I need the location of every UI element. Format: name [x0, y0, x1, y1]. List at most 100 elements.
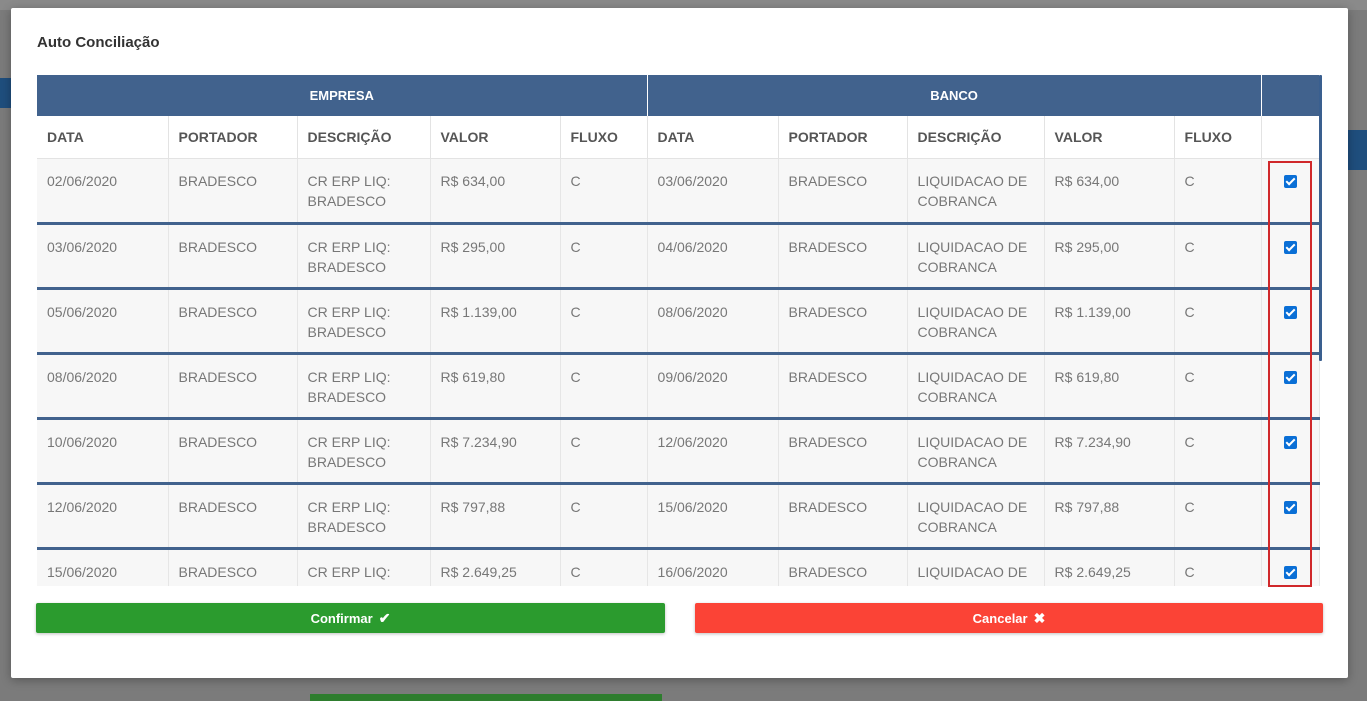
col-banco-fluxo[interactable]: FLUXO [1174, 116, 1262, 159]
column-header-row: DATA PORTADOR DESCRIÇÃO VALOR FLUXO DATA… [37, 116, 1320, 159]
cell-banco-data: 08/06/2020 [647, 288, 779, 355]
cell-empresa-fluxo: C [560, 483, 648, 550]
cell-banco-data: 15/06/2020 [647, 483, 779, 550]
cell-banco-data: 12/06/2020 [647, 418, 779, 485]
cancel-button[interactable]: Cancelar ✖ [695, 603, 1323, 633]
confirm-button[interactable]: Confirmar ✔ [36, 603, 665, 633]
cell-banco-portador: BRADESCO [778, 483, 908, 550]
reconciliation-table-container[interactable]: EMPRESA BANCO DATA PORTADOR DESCRIÇÃO VA… [37, 75, 1322, 586]
cell-empresa-portador: BRADESCO [168, 418, 298, 485]
cell-empresa-valor: R$ 1.139,00 [430, 288, 561, 355]
row-checkbox[interactable] [1283, 565, 1297, 579]
cell-banco-portador: BRADESCO [778, 353, 908, 420]
col-banco-data[interactable]: DATA [647, 116, 779, 159]
cell-banco-valor: R$ 2.649,25 [1044, 548, 1175, 586]
confirm-button-label: Confirmar [310, 610, 373, 626]
cell-empresa-descricao: CR ERP LIQ: BRADESCO [297, 288, 431, 355]
col-empresa-portador[interactable]: PORTADOR [168, 116, 298, 159]
cell-empresa-portador: BRADESCO [168, 353, 298, 420]
col-empresa-descricao[interactable]: DESCRIÇÃO [297, 116, 431, 159]
table-row[interactable]: 10/06/2020 BRADESCO CR ERP LIQ: BRADESCO R$… [37, 418, 1320, 485]
cell-banco-fluxo: C [1174, 353, 1262, 420]
cell-empresa-data: 03/06/2020 [37, 223, 169, 290]
cell-banco-descricao: LIQUIDACAO DE COBRANCA [907, 288, 1045, 355]
table-scrollbar[interactable] [1319, 75, 1322, 361]
cell-empresa-fluxo: C [560, 158, 648, 225]
cell-banco-data: 09/06/2020 [647, 353, 779, 420]
row-checkbox[interactable] [1283, 174, 1297, 188]
row-checkbox[interactable] [1283, 305, 1297, 319]
cell-select [1261, 223, 1320, 290]
col-banco-valor[interactable]: VALOR [1044, 116, 1175, 159]
row-checkbox[interactable] [1283, 435, 1297, 449]
cell-banco-fluxo: C [1174, 548, 1262, 586]
col-empresa-valor[interactable]: VALOR [430, 116, 561, 159]
cell-banco-valor: R$ 619,80 [1044, 353, 1175, 420]
cell-empresa-valor: R$ 2.649,25 [430, 548, 561, 586]
cell-banco-portador: BRADESCO [778, 288, 908, 355]
cell-empresa-data: 10/06/2020 [37, 418, 169, 485]
table-row[interactable]: 05/06/2020 BRADESCO CR ERP LIQ: BRADESCO R$… [37, 288, 1320, 355]
cell-select [1261, 418, 1320, 485]
table-body: 02/06/2020 BRADESCO CR ERP LIQ: BRADESCO R$… [37, 158, 1320, 586]
cell-banco-portador: BRADESCO [778, 158, 908, 225]
cell-banco-descricao: LIQUIDACAO DE COBRANCA [907, 158, 1045, 225]
table-row[interactable]: 12/06/2020 BRADESCO CR ERP LIQ: BRADESCO R$… [37, 483, 1320, 550]
cell-banco-valor: R$ 295,00 [1044, 223, 1175, 290]
table-row[interactable]: 03/06/2020 BRADESCO CR ERP LIQ: BRADESCO R$… [37, 223, 1320, 290]
cell-empresa-portador: BRADESCO [168, 548, 298, 586]
col-empresa-data[interactable]: DATA [37, 116, 169, 159]
cell-banco-data: 04/06/2020 [647, 223, 779, 290]
cell-empresa-portador: BRADESCO [168, 483, 298, 550]
cell-banco-data: 16/06/2020 [647, 548, 779, 586]
cell-empresa-descricao: CR ERP LIQ: BRADESCO [297, 158, 431, 225]
table-row[interactable]: 15/06/2020BRADESCOCR ERP LIQ: BRADESCOR$… [37, 548, 1320, 586]
cell-banco-portador: BRADESCO [778, 418, 908, 485]
cell-banco-fluxo: C [1174, 158, 1262, 225]
cancel-button-label: Cancelar [972, 610, 1028, 626]
group-header-empresa: EMPRESA [37, 75, 648, 116]
cell-banco-descricao: LIQUIDACAO DE COBRANCA [907, 223, 1045, 290]
col-empresa-fluxo[interactable]: FLUXO [560, 116, 648, 159]
cell-empresa-portador: BRADESCO [168, 223, 298, 290]
cell-empresa-valor: R$ 295,00 [430, 223, 561, 290]
cell-empresa-descricao: CR ERP LIQ: BRADESCO [297, 418, 431, 485]
cell-select [1261, 483, 1320, 550]
table-row[interactable]: 02/06/2020 BRADESCO CR ERP LIQ: BRADESCO R$… [37, 158, 1320, 225]
row-checkbox[interactable] [1283, 370, 1297, 384]
cell-empresa-fluxo: C [560, 223, 648, 290]
cell-empresa-valor: R$ 634,00 [430, 158, 561, 225]
cell-empresa-data: 05/06/2020 [37, 288, 169, 355]
col-banco-portador[interactable]: PORTADOR [778, 116, 908, 159]
group-header-select [1261, 75, 1320, 116]
cell-empresa-data: 12/06/2020 [37, 483, 169, 550]
auto-conciliacao-modal: Auto Conciliação EMPRESA BANCO DATA PORT… [11, 8, 1348, 678]
cell-empresa-valor: R$ 797,88 [430, 483, 561, 550]
group-header-row: EMPRESA BANCO [37, 75, 1320, 116]
cell-banco-descricao: LIQUIDACAO DE COBRANCA [907, 418, 1045, 485]
cell-select [1261, 158, 1320, 225]
cell-empresa-data: 08/06/2020 [37, 353, 169, 420]
cell-banco-descricao: LIQUIDACAO DE COBRANCA [907, 548, 1045, 586]
cell-banco-valor: R$ 634,00 [1044, 158, 1175, 225]
table-row[interactable]: 08/06/2020 BRADESCO CR ERP LIQ: BRADESCO R$… [37, 353, 1320, 420]
group-header-banco: BANCO [647, 75, 1262, 116]
cell-banco-portador: BRADESCO [778, 548, 908, 586]
cell-banco-valor: R$ 7.234,90 [1044, 418, 1175, 485]
col-banco-descricao[interactable]: DESCRIÇÃO [907, 116, 1045, 159]
reconciliation-table: EMPRESA BANCO DATA PORTADOR DESCRIÇÃO VA… [37, 75, 1320, 586]
cell-empresa-data: 02/06/2020 [37, 158, 169, 225]
cell-banco-fluxo: C [1174, 483, 1262, 550]
x-icon: ✖ [1033, 609, 1046, 626]
cell-banco-fluxo: C [1174, 288, 1262, 355]
cell-select [1261, 288, 1320, 355]
cell-empresa-portador: BRADESCO [168, 288, 298, 355]
row-checkbox[interactable] [1283, 240, 1297, 254]
cell-banco-data: 03/06/2020 [647, 158, 779, 225]
cell-empresa-descricao: CR ERP LIQ: BRADESCO [297, 223, 431, 290]
cell-empresa-portador: BRADESCO [168, 158, 298, 225]
cell-banco-descricao: LIQUIDACAO DE COBRANCA [907, 353, 1045, 420]
col-select [1261, 116, 1320, 159]
cell-banco-valor: R$ 797,88 [1044, 483, 1175, 550]
row-checkbox[interactable] [1283, 500, 1297, 514]
